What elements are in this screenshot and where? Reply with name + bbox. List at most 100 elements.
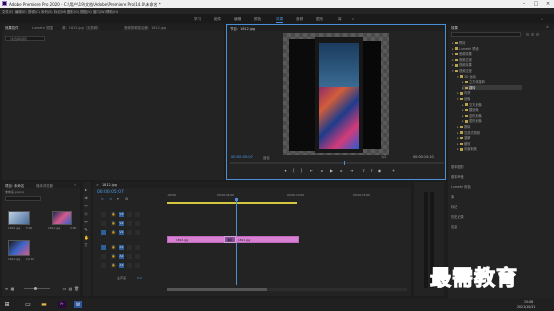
track-name[interactable]: A3 — [119, 263, 124, 268]
zoom-slider[interactable] — [24, 287, 50, 290]
effects-tree-item[interactable]: ▸ 预设 — [452, 40, 465, 45]
master-volume[interactable]: 0.0 — [137, 276, 142, 280]
thumbnail-1811[interactable] — [52, 211, 72, 225]
transition-flip[interactable]: 翻转 — [224, 236, 236, 243]
side-panel-tab[interactable]: 标记 — [451, 204, 457, 209]
effects-tree-item[interactable]: ▸ 菱形划像 — [462, 118, 482, 123]
panel-menu-icon[interactable]: ≡ — [546, 25, 549, 29]
new-bin-icon[interactable]: ▭ — [62, 286, 67, 291]
side-panel-tab[interactable]: 基本声音 — [451, 174, 464, 179]
effects-tree-item[interactable]: ▸ 视频效果 — [452, 62, 472, 67]
scrub-bar[interactable] — [230, 161, 444, 165]
track-name[interactable]: V1 — [119, 230, 124, 235]
go-to-in-button[interactable]: ⇤ — [309, 168, 314, 173]
tab-source[interactable]: 源：1812.jpg（无剪辑） — [62, 25, 101, 30]
mute-button[interactable] — [127, 263, 132, 268]
side-panel-tab[interactable]: 信息 — [451, 224, 457, 229]
tab-sequence[interactable]: 1812.jpg — [102, 183, 117, 187]
source-patch-button[interactable] — [101, 245, 106, 250]
effects-tree-item[interactable]: ▸ 交叉划像 — [462, 102, 482, 107]
lock-icon[interactable]: 🔒 — [111, 254, 116, 259]
start-icon[interactable]: ⊞ — [3, 301, 11, 308]
sync-lock-icon[interactable] — [127, 212, 132, 217]
source-patch-button[interactable] — [101, 212, 106, 217]
eye-icon[interactable] — [135, 221, 140, 226]
track-name[interactable]: V3 — [119, 212, 124, 217]
side-panel-tab[interactable]: 库 — [451, 194, 454, 199]
workspace-color[interactable]: 颜色 — [254, 17, 261, 22]
track-select-tool-icon[interactable]: ⇉ — [84, 196, 88, 200]
premiere-taskbar-icon[interactable]: Pr — [58, 301, 66, 308]
effects-tree-item[interactable]: ▸ 内滑 — [457, 90, 470, 95]
fit-dropdown[interactable]: 适合 — [263, 155, 270, 160]
file-explorer-icon[interactable]: ▬ — [40, 301, 48, 308]
source-patch-button[interactable] — [101, 254, 106, 259]
track-name[interactable]: V2 — [119, 221, 124, 226]
word-taskbar-icon[interactable]: W — [74, 301, 82, 308]
mark-in-button[interactable]: { — [291, 168, 296, 173]
export-frame-button[interactable]: ◉ — [377, 168, 382, 173]
tab-lumetri-scopes[interactable]: Lumetri 范围 — [32, 25, 53, 30]
mark-out-button[interactable]: } — [299, 168, 304, 173]
thumbnail-1812[interactable] — [8, 240, 30, 256]
workspace-libraries[interactable]: 库 — [338, 17, 342, 22]
effects-tree-item[interactable]: ▸ 圆划像 — [462, 107, 479, 112]
work-area-bar[interactable] — [167, 202, 297, 204]
go-to-out-button[interactable]: ⇥ — [349, 168, 354, 173]
zoom-slider-handle[interactable] — [34, 287, 37, 290]
icon-view-icon[interactable]: ▦ — [10, 286, 15, 291]
side-panel-tab[interactable]: 历史记录 — [451, 214, 464, 219]
sync-lock-icon[interactable] — [127, 230, 132, 235]
button-editor-icon[interactable]: + — [391, 168, 396, 173]
effects-tree-item[interactable]: ▸ 翻转 — [462, 84, 522, 90]
timeline-scrollbar[interactable] — [167, 288, 407, 291]
razor-tool-icon[interactable]: ◇ — [84, 212, 88, 216]
clip-1811[interactable]: 1811.jpg — [229, 236, 299, 243]
project-search-input[interactable] — [5, 196, 41, 201]
marker-button[interactable]: ▾ — [283, 168, 288, 173]
solo-button[interactable] — [135, 245, 140, 250]
timeline-close-icon[interactable]: × — [96, 183, 99, 187]
timeline-timecode[interactable]: 00:00:05:07 — [97, 190, 124, 195]
lift-button[interactable]: ⇧ — [361, 168, 366, 173]
search-icon[interactable]: ⌕ — [541, 17, 543, 21]
project-menu-icon[interactable]: » — [74, 183, 76, 187]
side-panel-tab[interactable]: 基本图形 — [451, 164, 464, 169]
add-marker-icon[interactable]: ▾ — [117, 197, 119, 201]
workspace-editing[interactable]: 编辑 — [234, 17, 241, 22]
lock-icon[interactable]: 🔒 — [111, 212, 116, 217]
resolution-dropdown[interactable]: 1/2 — [381, 155, 386, 159]
pen-tool-icon[interactable]: ✎ — [84, 228, 88, 232]
lock-icon[interactable]: 🔒 — [111, 245, 116, 250]
step-back-button[interactable]: ◂ — [319, 168, 324, 173]
workspace-graphics[interactable]: 图形 — [316, 17, 323, 22]
workspace-more-icon[interactable]: » — [352, 17, 354, 21]
scrollbar-thumb[interactable] — [167, 288, 267, 291]
effects-tree-item[interactable]: ▸ 溶解 — [457, 135, 470, 140]
side-panel-tab[interactable]: Lumetri 颜色 — [451, 184, 471, 189]
extract-button[interactable]: ⇪ — [369, 168, 374, 173]
effects-tree-item[interactable]: ▾ 3D 运动 — [457, 74, 476, 79]
snap-icon[interactable]: ⊂ — [101, 197, 104, 201]
mute-button[interactable] — [127, 245, 132, 250]
tab-audio-clip-mixer[interactable]: 音频剪辑混合器：1812.jpg — [124, 25, 166, 30]
accelerated-effects-icon[interactable] — [526, 33, 529, 36]
workspace-learn[interactable]: 学习 — [194, 17, 201, 22]
lock-icon[interactable]: 🔒 — [111, 263, 116, 268]
step-forward-button[interactable]: ▸ — [339, 168, 344, 173]
effects-tree-item[interactable]: ▸ 音频过渡 — [452, 57, 472, 62]
slip-tool-icon[interactable]: ↔ — [84, 220, 88, 224]
thumbnail-1810[interactable] — [8, 211, 30, 225]
tab-project[interactable]: 项目: 未命名 — [5, 183, 24, 188]
tab-effect-controls[interactable]: 效果控件 — [5, 25, 19, 30]
effects-tree-item[interactable]: ▸ 盒形划像 — [462, 113, 482, 118]
effects-tree-item[interactable]: ▸ 立方体旋转 — [462, 79, 485, 84]
selection-tool-icon[interactable]: ▸ — [84, 188, 88, 192]
workspace-effects[interactable]: 效果 — [276, 17, 284, 23]
effects-tree-item[interactable]: ▸ Lumetri 预设 — [452, 46, 479, 51]
solo-button[interactable] — [135, 263, 140, 268]
yuv-effects-icon[interactable] — [536, 33, 539, 36]
effects-tree-item[interactable]: ▸ 页面剥落 — [457, 146, 477, 151]
lock-icon[interactable]: 🔒 — [111, 221, 116, 226]
solo-button[interactable] — [135, 254, 140, 259]
